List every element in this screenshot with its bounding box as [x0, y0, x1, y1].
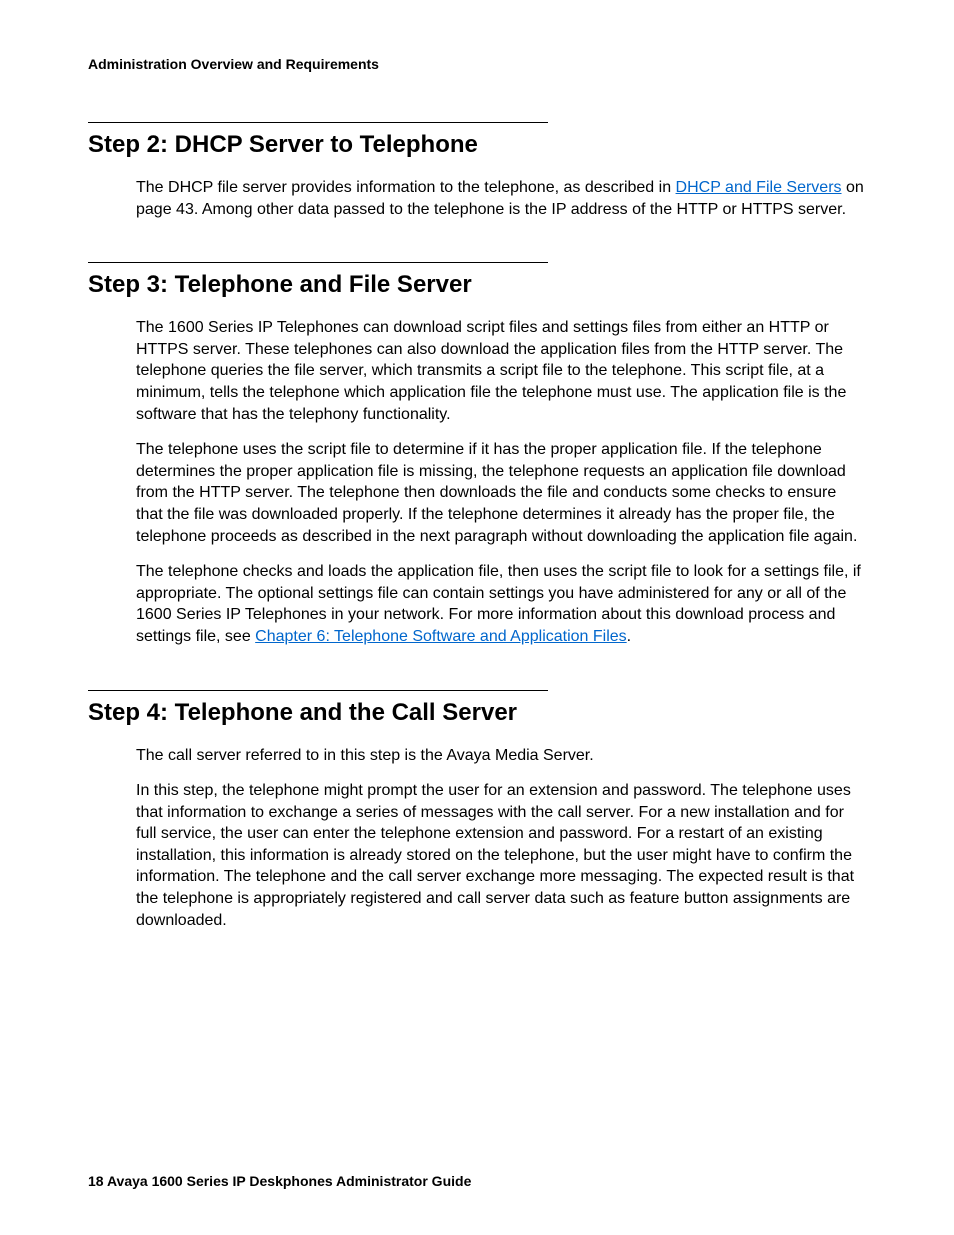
paragraph: The call server referred to in this step… — [88, 745, 866, 767]
paragraph: In this step, the telephone might prompt… — [88, 780, 866, 931]
section: Step 2: DHCP Server to Telephone The DHCP… — [88, 122, 866, 220]
page-footer: 18 Avaya 1600 Series IP Deskphones Admin… — [88, 1173, 471, 1189]
section-heading: Step 3: Telephone and File Server — [88, 271, 866, 299]
cross-reference-link[interactable]: Chapter 6: Telephone Software and Applic… — [255, 628, 627, 645]
paragraph: The 1600 Series IP Telephones can downlo… — [88, 317, 866, 425]
cross-reference-link[interactable]: DHCP and File Servers — [676, 179, 842, 196]
paragraph: The DHCP file server provides informatio… — [88, 177, 866, 220]
paragraph: The telephone uses the script file to de… — [88, 439, 866, 547]
section-rule — [88, 122, 548, 123]
section: Step 3: Telephone and File Server The 160… — [88, 262, 866, 647]
paragraph: The telephone checks and loads the appli… — [88, 561, 866, 647]
page-header: Administration Overview and Requirements — [88, 56, 866, 72]
section-heading: Step 4: Telephone and the Call Server — [88, 699, 866, 727]
section-heading: Step 2: DHCP Server to Telephone — [88, 131, 866, 159]
section: Step 4: Telephone and the Call Server The… — [88, 690, 866, 932]
section-rule — [88, 690, 548, 691]
section-rule — [88, 262, 548, 263]
page: Administration Overview and Requirements… — [0, 0, 954, 931]
